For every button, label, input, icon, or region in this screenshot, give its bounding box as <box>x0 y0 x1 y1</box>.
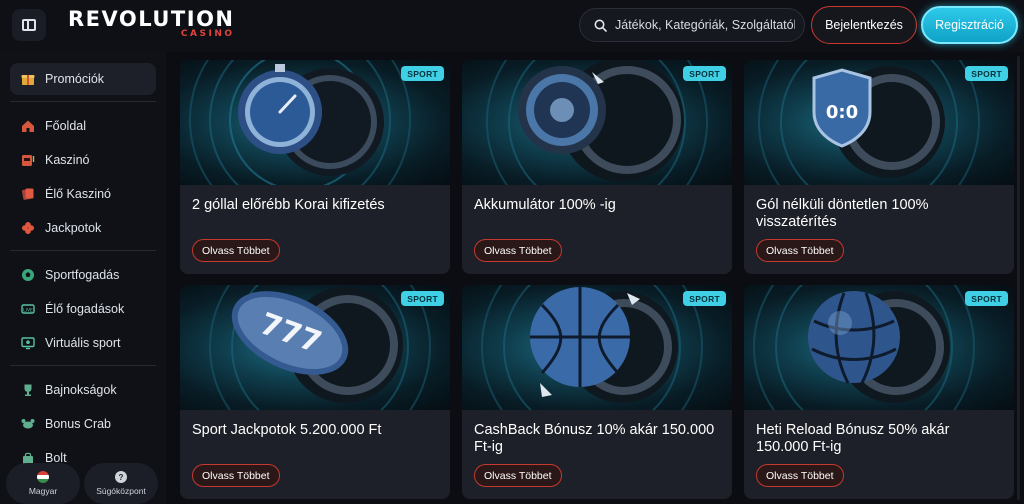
language-label: Magyar <box>28 486 58 496</box>
clover-icon <box>20 220 36 236</box>
stopwatch-illustration: SPORT <box>180 60 450 185</box>
search-icon <box>594 19 607 32</box>
sidebar-item-live-betting[interactable]: LIVE Élő fogadások <box>10 293 156 325</box>
read-more-button[interactable]: Olvass Többet <box>192 239 280 262</box>
help-center-label: Súgóközpont <box>96 486 146 496</box>
search-bar[interactable] <box>579 8 805 42</box>
sidebar-item-home[interactable]: Főoldal <box>10 110 156 142</box>
sidebar-item-label: Jackpotok <box>45 221 102 235</box>
login-button[interactable]: Bejelentkezés <box>811 6 917 44</box>
search-input[interactable] <box>615 18 795 32</box>
monitor-icon <box>20 335 36 351</box>
logo[interactable]: REVOLUTION CASINO <box>68 8 235 39</box>
promo-title: Heti Reload Bónusz 50% akár 150.000 Ft-i… <box>756 422 950 455</box>
language-selector[interactable]: Magyar <box>6 463 80 504</box>
sidebar-item-label: Bajnokságok <box>45 383 117 397</box>
promo-title: Sport Jackpotok 5.200.000 Ft <box>192 422 382 438</box>
promo-card[interactable]: 777 SPORT Sport Jackpotok 5.200.000 Ft O… <box>180 285 450 499</box>
sidebar-item-label: Promóciók <box>45 72 105 86</box>
gift-icon <box>20 71 36 87</box>
sidebar-item-jackpots[interactable]: Jackpotok <box>10 212 156 244</box>
top-header: REVOLUTION CASINO Bejelentkezés Regisztr… <box>0 0 1024 52</box>
read-more-button[interactable]: Olvass Többet <box>474 239 562 262</box>
volleyball-illustration: SPORT <box>744 285 1014 410</box>
promo-title: 2 góllal előrébb Korai kifizetés <box>192 197 385 213</box>
card-body: CashBack Bónusz 10% akár 150.000 Ft-ig O… <box>462 410 732 499</box>
promotions-grid: SPORT 2 góllal előrébb Korai kifizetés O… <box>166 52 1024 504</box>
sidebar-item-live-casino[interactable]: Élő Kaszinó <box>10 178 156 210</box>
help-center-button[interactable]: ? Súgóközpont <box>84 463 158 504</box>
turbine-illustration: SPORT <box>462 60 732 185</box>
promo-card[interactable]: SPORT Akkumulátor 100% -ig Olvass Többet <box>462 60 732 274</box>
sport-badge: SPORT <box>965 291 1008 306</box>
sport-badge: SPORT <box>683 66 726 81</box>
read-more-button[interactable]: Olvass Többet <box>474 464 562 487</box>
cards-icon <box>20 186 36 202</box>
sport-badge: SPORT <box>683 291 726 306</box>
card-body: Heti Reload Bónusz 50% akár 150.000 Ft-i… <box>744 410 1014 499</box>
sidebar-item-label: Bonus Crab <box>45 417 112 431</box>
scrollbar[interactable] <box>1017 56 1020 500</box>
sidebar-item-casino[interactable]: Kaszinó <box>10 144 156 176</box>
sidebar-divider <box>10 365 156 366</box>
read-more-button[interactable]: Olvass Többet <box>756 464 844 487</box>
register-button[interactable]: Regisztráció <box>921 6 1018 44</box>
promo-title: Gól nélküli döntetlen 100% visszatérítés <box>756 197 929 230</box>
sidebar-item-label: Sportfogadás <box>45 268 120 282</box>
football-icon <box>20 267 36 283</box>
crab-icon <box>20 416 36 432</box>
sport-badge: SPORT <box>401 291 444 306</box>
sidebar-toggle-icon <box>22 19 36 31</box>
sidebar-item-label: Kaszinó <box>45 153 90 167</box>
sidebar-item-label: Élő fogadások <box>45 302 125 316</box>
sport-badge: SPORT <box>401 66 444 81</box>
basketball-illustration: SPORT <box>462 285 732 410</box>
sidebar-item-bonus-crab[interactable]: Bonus Crab <box>10 408 156 440</box>
promo-title: Akkumulátor 100% -ig <box>474 197 616 213</box>
sidebar-divider <box>10 101 156 102</box>
card-body: Akkumulátor 100% -ig Olvass Többet <box>462 185 732 274</box>
svg-text:LIVE: LIVE <box>23 307 33 313</box>
trophy-icon <box>20 382 36 398</box>
live-icon: LIVE <box>20 301 36 317</box>
promo-card[interactable]: SPORT CashBack Bónusz 10% akár 150.000 F… <box>462 285 732 499</box>
sidebar-item-label: Főoldal <box>45 119 86 133</box>
sidebar: Promóciók Főoldal Kaszinó Élő Kaszinó Ja… <box>0 52 166 504</box>
hungary-flag-icon <box>37 471 49 483</box>
promo-title: CashBack Bónusz 10% akár 150.000 Ft-ig <box>474 422 715 455</box>
sidebar-toggle-button[interactable] <box>12 9 46 41</box>
sidebar-item-promotions[interactable]: Promóciók <box>10 63 156 95</box>
card-body: Sport Jackpotok 5.200.000 Ft Olvass Több… <box>180 410 450 499</box>
help-icon: ? <box>115 471 127 483</box>
sport-badge: SPORT <box>965 66 1008 81</box>
promo-card[interactable]: SPORT 2 góllal előrébb Korai kifizetés O… <box>180 60 450 274</box>
football-illustration: 777 SPORT <box>180 285 450 410</box>
sidebar-item-sports-betting[interactable]: Sportfogadás <box>10 259 156 291</box>
card-body: 2 góllal előrébb Korai kifizetés Olvass … <box>180 185 450 274</box>
shield-illustration: 0:0 SPORT <box>744 60 1014 185</box>
sidebar-item-label: Élő Kaszinó <box>45 187 112 201</box>
read-more-button[interactable]: Olvass Többet <box>756 239 844 262</box>
card-body: Gól nélküli döntetlen 100% visszatérítés… <box>744 185 1014 274</box>
read-more-button[interactable]: Olvass Többet <box>192 464 280 487</box>
sidebar-item-virtual-sports[interactable]: Virtuális sport <box>10 327 156 359</box>
promo-card[interactable]: SPORT Heti Reload Bónusz 50% akár 150.00… <box>744 285 1014 499</box>
home-icon <box>20 118 36 134</box>
promo-card[interactable]: 0:0 SPORT Gól nélküli döntetlen 100% vis… <box>744 60 1014 274</box>
logo-text: REVOLUTION <box>68 7 235 31</box>
sidebar-item-label: Virtuális sport <box>45 336 121 350</box>
slot-machine-icon <box>20 152 36 168</box>
sidebar-divider <box>10 250 156 251</box>
sidebar-item-tournaments[interactable]: Bajnokságok <box>10 374 156 406</box>
svg-text:0:0: 0:0 <box>826 102 858 123</box>
